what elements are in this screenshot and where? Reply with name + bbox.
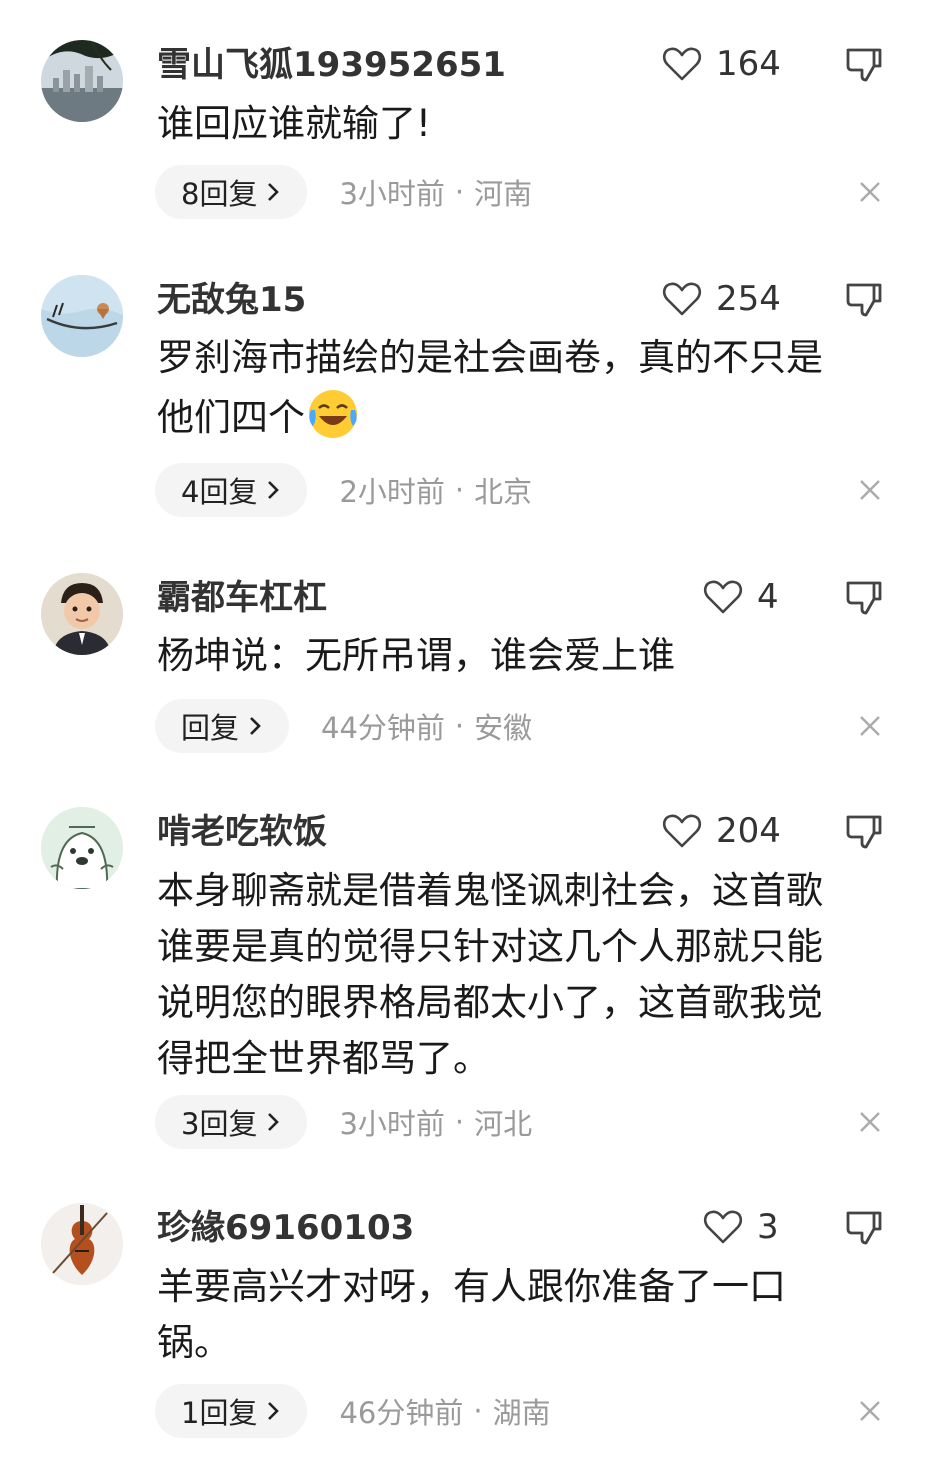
reply-count: 8回复 [181, 177, 258, 211]
avatar[interactable] [41, 275, 123, 357]
thumbs-down-outline-icon[interactable] [844, 811, 884, 851]
heart-outline-icon [662, 814, 702, 848]
heart-outline-icon [662, 47, 702, 81]
like-button[interactable]: 254 [662, 275, 781, 323]
reply-count: 3回复 [181, 1107, 258, 1141]
comment-text-body: 罗刹海市描绘的是社会画卷，真的不只是他们四个 [157, 336, 823, 439]
like-button[interactable]: 164 [662, 40, 781, 88]
comment-text: 羊要高兴才对呀，有人跟你准备了一口锅。 [157, 1265, 786, 1364]
username[interactable]: 无敌兔15 [157, 277, 306, 323]
reply-button[interactable]: 4回复 [155, 463, 308, 517]
comment-text: 杨坤说：无所吊谓，谁会爱上谁 [157, 634, 675, 677]
comment-text: 罗刹海市描绘的是社会画卷，真的不只是他们四个 [157, 330, 857, 446]
like-count: 4 [757, 577, 779, 617]
avatar[interactable] [41, 807, 123, 889]
separator: · [473, 1394, 483, 1428]
separator: · [454, 709, 465, 743]
reply-count: 回复 [181, 711, 240, 745]
avatar[interactable] [41, 40, 123, 122]
username[interactable]: 啃老吃软饭 [157, 809, 327, 855]
chevron-right-icon [250, 717, 261, 735]
location: 安徽 [474, 711, 533, 745]
avatar[interactable] [41, 573, 123, 655]
thumbs-down-outline-icon[interactable] [844, 44, 884, 84]
thumbs-down-outline-icon[interactable] [844, 577, 884, 617]
close-icon[interactable] [858, 1110, 882, 1134]
reply-count: 4回复 [181, 475, 258, 509]
like-button[interactable]: 4 [703, 573, 779, 621]
like-count: 3 [757, 1207, 779, 1247]
like-button[interactable]: 204 [662, 807, 781, 855]
comment-text: 本身聊斋就是借着鬼怪讽刺社会，这首歌谁要是真的觉得只针对这几个人那就只能说明您的… [157, 869, 823, 1080]
avatar[interactable] [41, 1203, 123, 1285]
chevron-right-icon [268, 481, 280, 499]
location: 河北 [474, 1107, 533, 1141]
location: 河南 [474, 177, 533, 211]
timestamp: 3小时前 [339, 177, 445, 211]
separator: · [454, 473, 465, 507]
like-count: 164 [716, 44, 781, 84]
chevron-right-icon [268, 1402, 280, 1420]
comment-meta: 1回复 46分钟前 · 湖南 [155, 1384, 551, 1438]
location: 北京 [474, 475, 533, 509]
timestamp: 3小时前 [339, 1107, 445, 1141]
thumbs-down-outline-icon[interactable] [844, 279, 884, 319]
close-icon[interactable] [858, 180, 882, 204]
chevron-right-icon [268, 1113, 280, 1131]
username[interactable]: 珍緣69160103 [157, 1205, 414, 1251]
thumbs-down-outline-icon[interactable] [844, 1207, 884, 1247]
comment-text: 谁回应谁就输了! [157, 102, 431, 145]
reply-button[interactable]: 8回复 [155, 165, 308, 219]
close-icon[interactable] [858, 714, 882, 738]
timestamp: 44分钟前 [321, 711, 445, 745]
timestamp: 46分钟前 [339, 1396, 464, 1430]
reply-button[interactable]: 回复 [155, 699, 290, 753]
like-count: 204 [716, 811, 781, 851]
close-icon[interactable] [858, 1399, 882, 1423]
chevron-right-icon [268, 183, 280, 201]
timestamp: 2小时前 [339, 475, 445, 509]
heart-outline-icon [703, 580, 743, 614]
crying-laughing-emoji [309, 390, 357, 438]
separator: · [454, 1105, 465, 1139]
comment-meta: 3回复 3小时前 · 河北 [155, 1095, 532, 1149]
comment-meta: 回复 44分钟前 · 安徽 [155, 699, 532, 753]
username[interactable]: 霸都车杠杠 [157, 575, 327, 621]
heart-outline-icon [662, 282, 702, 316]
reply-button[interactable]: 3回复 [155, 1095, 308, 1149]
like-button[interactable]: 3 [703, 1203, 779, 1251]
comment-meta: 8回复 3小时前 · 河南 [155, 165, 532, 219]
heart-outline-icon [703, 1210, 743, 1244]
reply-count: 1回复 [181, 1396, 258, 1430]
separator: · [454, 175, 465, 209]
reply-button[interactable]: 1回复 [155, 1384, 308, 1438]
location: 湖南 [492, 1396, 551, 1430]
like-count: 254 [716, 279, 781, 319]
username[interactable]: 雪山飞狐193952651 [157, 42, 506, 88]
comment-meta: 4回复 2小时前 · 北京 [155, 463, 532, 517]
close-icon[interactable] [858, 478, 882, 502]
